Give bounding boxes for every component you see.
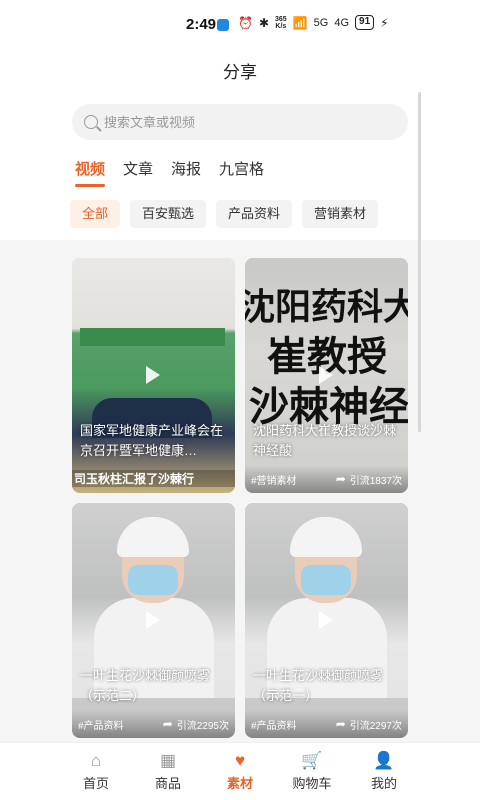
top-panel: 视频 文章 海报 九宫格 全部 百安甄选 产品资料 营销素材 [0,90,480,240]
video-title: 沈阳药科大崔教授谈沙棘神经酸 [253,423,397,458]
heart-hand-icon: ♥ [234,751,246,770]
grid-icon: ▦ [159,751,177,770]
thumbnail-caption: 司玉秋柱汇报了沙棘行 [72,470,235,487]
video-grid: 司玉秋柱汇报了沙棘行 国家军地健康产业峰会在京召开暨军地健康… 沈阳药科大 崔教… [72,258,408,738]
battery-indicator: 91 [355,15,375,30]
share-icon: ➦ [335,472,346,486]
wifi-icon: 📶 [292,15,308,30]
nav-home-label: 首页 [82,776,109,791]
share-icon: ➦ [335,717,346,731]
network-speed-unit: K/s [275,22,287,30]
scrollbar[interactable] [418,92,421,432]
notification-app-icon [217,19,229,31]
play-icon[interactable] [319,611,333,629]
bottom-nav: ⌂ 首页 ▦ 商品 ♥ 素材 🛒 购物车 👤 我的 [0,742,480,800]
nav-profile[interactable]: 👤 我的 [354,743,414,800]
tab-nine-grid[interactable]: 九宫格 [219,158,264,187]
network-speed: 365 K/s [275,16,287,30]
nav-cart-label: 购物车 [292,776,332,791]
thumbnail-mask [301,565,351,595]
video-card[interactable]: 司玉秋柱汇报了沙棘行 国家军地健康产业峰会在京召开暨军地健康… [72,258,235,493]
tab-article[interactable]: 文章 [123,158,153,187]
signal-4g: 4G [334,16,350,29]
thumbnail-banner [80,328,225,346]
tab-bar: 视频 文章 海报 九宫格 [75,158,264,187]
signal-5g: 5G [313,16,329,29]
tab-poster[interactable]: 海报 [171,158,201,187]
tab-video[interactable]: 视频 [75,158,106,187]
filter-product-info[interactable]: 产品资料 [216,200,293,228]
nav-cart[interactable]: 🛒 购物车 [282,743,342,800]
share-count: 引流2295次 [176,720,229,732]
video-card[interactable]: 一叶生花沙棘御颜喷雾（示范二） #产品资料 ➦ 引流2295次 [72,503,235,738]
thumbnail-text-line: 沈阳药科大 [245,286,408,327]
video-card[interactable]: 一叶生花沙棘御颜喷雾（示范一） #产品资料 ➦ 引流2297次 [245,503,408,738]
video-title: 一叶生花沙棘御颜喷雾（示范二） [80,668,211,703]
video-title: 一叶生花沙棘御颜喷雾（示范一） [253,668,384,703]
cart-icon: 🛒 [301,751,323,770]
alarm-icon: ⏰ [238,15,253,30]
share-button[interactable]: ➦ 引流2297次 [336,717,402,732]
play-icon[interactable] [146,366,160,384]
filter-all[interactable]: 全部 [70,200,121,228]
user-icon: 👤 [373,751,395,770]
nav-home[interactable]: ⌂ 首页 [66,743,126,800]
thumbnail-mask [128,565,178,595]
play-icon[interactable] [319,366,333,384]
filter-chips: 全部 百安甄选 产品资料 营销素材 [70,200,379,228]
share-icon: ➦ [162,717,173,731]
nav-products[interactable]: ▦ 商品 [138,743,198,800]
status-icons: ⏰ ✱ 365 K/s 📶 5G 4G 91 ⚡ [238,15,389,30]
video-card[interactable]: 沈阳药科大 崔教授 沙棘神经 沈阳药科大崔教授谈沙棘神经酸 #营销素材 ➦ 引流… [245,258,408,493]
page-title: 分享 [223,63,257,82]
thumbnail-cap [117,517,189,557]
bluetooth-icon: ✱ [258,15,270,30]
card-footer: #营销素材 ➦ 引流1837次 [245,465,408,493]
video-tag: #营销素材 [251,475,297,487]
thumbnail-cap [290,517,362,557]
filter-marketing[interactable]: 营销素材 [302,200,379,228]
search-bar[interactable] [72,104,408,140]
home-icon: ⌂ [90,751,102,770]
video-title: 国家军地健康产业峰会在京召开暨军地健康… [80,423,224,458]
nav-materials-label: 素材 [226,776,253,791]
play-icon[interactable] [146,611,160,629]
share-count: 引流2297次 [349,720,402,732]
status-bar: 2:49 ⏰ ✱ 365 K/s 📶 5G 4G 91 ⚡ [0,0,480,50]
charging-icon: ⚡ [380,15,389,30]
status-time: 2:49 [186,16,217,33]
share-count: 引流1837次 [349,475,402,487]
video-tag: #产品资料 [78,720,124,732]
video-tag: #产品资料 [251,720,297,732]
card-footer: #产品资料 ➦ 引流2297次 [245,710,408,738]
share-button[interactable]: ➦ 引流2295次 [163,717,229,732]
search-icon [84,115,98,129]
nav-profile-label: 我的 [370,776,397,791]
filter-baian-select[interactable]: 百安甄选 [130,200,207,228]
header: 分享 [0,50,480,90]
search-input[interactable] [104,114,384,130]
nav-materials[interactable]: ♥ 素材 [210,743,270,800]
share-button[interactable]: ➦ 引流1837次 [336,472,402,487]
nav-products-label: 商品 [154,776,181,791]
card-footer: #产品资料 ➦ 引流2295次 [72,710,235,738]
network-speed-value: 365 [275,15,287,23]
